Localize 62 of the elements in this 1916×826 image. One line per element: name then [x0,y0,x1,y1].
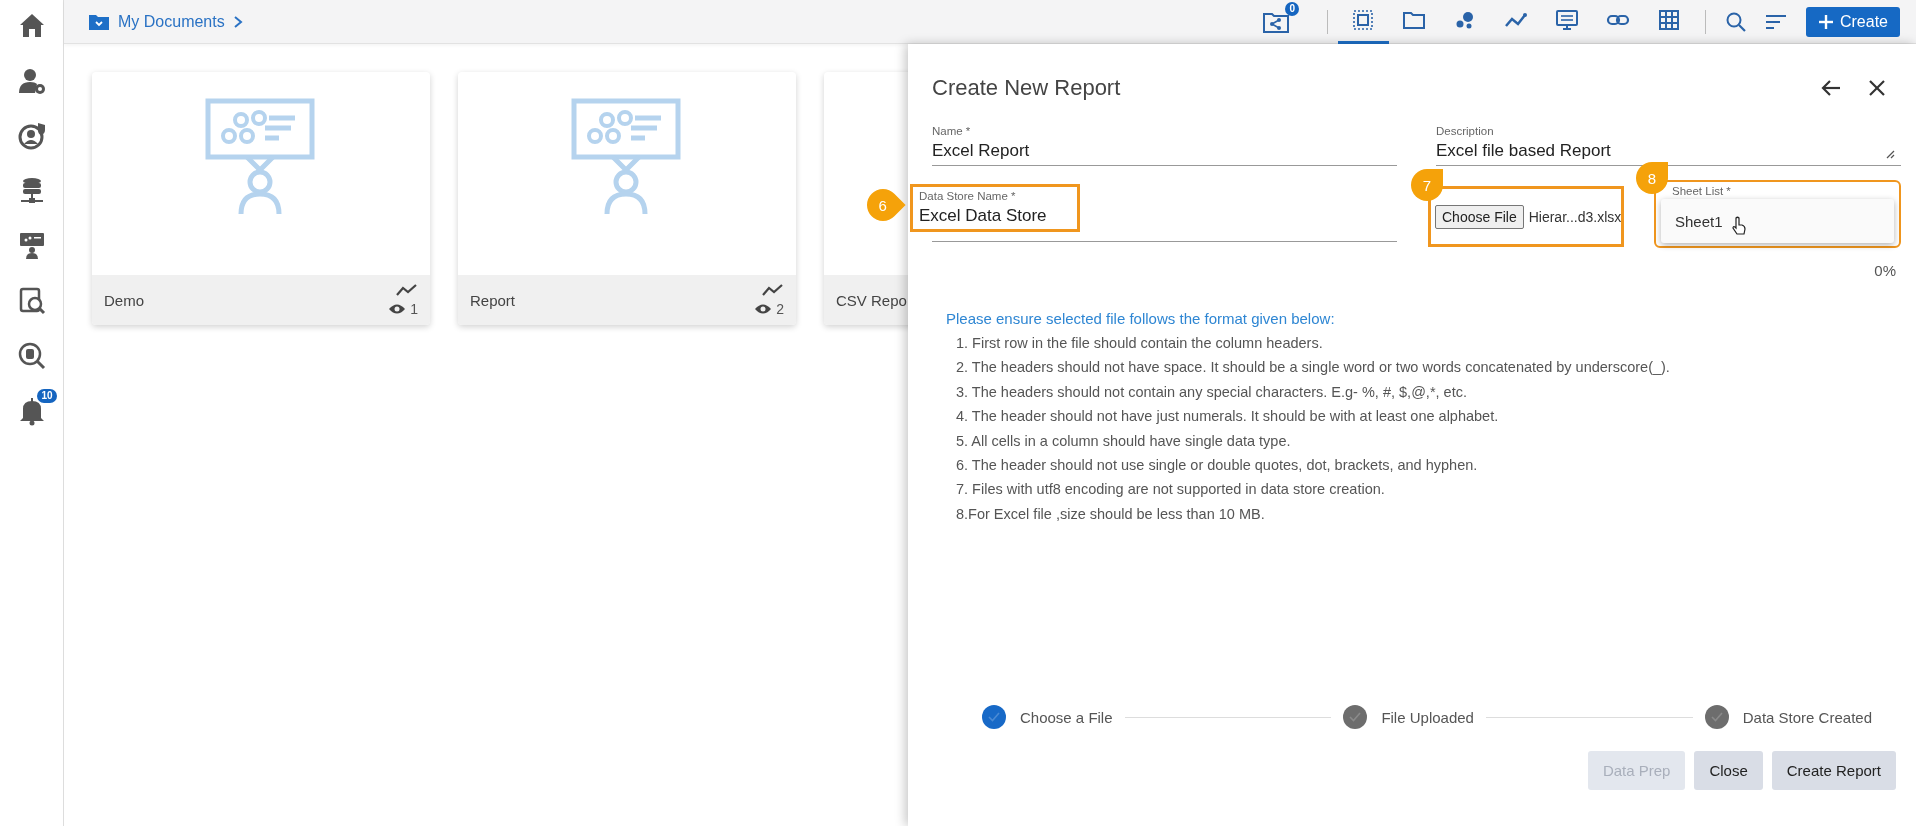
instruction-text: 2. The headers should not have space. It should be a single word or two words concatenated by underscore(_). [955,358,1671,378]
name-field[interactable]: Name * Excel Report [932,116,1397,166]
sidebar-item[interactable] [16,120,47,152]
view-count: 1 [410,301,418,317]
database-search-icon [16,341,47,371]
table-grid-icon [1657,8,1682,32]
instruction-text: 8.For Excel file ,size should be less than 10 MB. [955,504,1266,524]
chevron-right-icon [232,14,243,29]
user-shield-icon [16,121,47,151]
step-label: Choose a File [1020,708,1113,726]
report-card[interactable]: Report 2 [458,72,796,325]
instruction-text: 5. All cells in a column should have single data type. [955,431,1292,451]
eye-icon [754,303,773,315]
line-chart-icon [396,283,418,297]
notification-count: 10 [37,389,57,403]
line-chart-icon [762,283,784,297]
instructions-heading: Please ensure selected file follows the format given below: [946,309,1336,329]
breadcrumb-link[interactable]: My Documents [118,12,225,31]
card-title: CSV Repo [836,291,907,309]
sidebar-item[interactable] [16,340,47,372]
step-label: File Uploaded [1381,708,1474,726]
instruction-text: 6. The header should not use single or double quotes, dot, brackets, and hyphen. [955,456,1479,476]
eye-icon [388,303,407,315]
field-label: Name * [932,125,972,137]
field-value: Excel Report [932,141,1030,161]
arrow-left-icon [1821,79,1841,97]
report-card[interactable]: Demo 1 [92,72,430,325]
view-count: 2 [776,301,784,317]
plus-icon [1817,13,1834,30]
instruction-text: 4. The header should not have just numerals. It should be with at least one alphabet. [955,407,1500,427]
hand-cursor-icon [1732,216,1746,236]
search-icon [1724,10,1747,33]
presentation-screen-icon [1555,8,1580,32]
panel-title: Create New Report [932,75,1121,101]
instruction-text: 7. Files with utf8 encoding are not supported in data store creation. [955,480,1386,500]
file-name: Hierar...d3.xlsx [1528,208,1622,225]
action-button[interactable]: Create Report [1771,751,1896,790]
field-label: Description [1436,125,1495,137]
callout-marker: 8 [1636,162,1668,194]
sort-icon [1764,12,1787,31]
folder-icon [88,12,110,31]
dropdown-option[interactable]: Sheet1 [1661,199,1894,243]
user-gear-icon [16,66,47,96]
close-icon [1868,79,1886,97]
share-count: 0 [1285,1,1299,16]
field-label: Data Store Name * [919,190,1017,202]
step-label: Data Store Created [1742,708,1872,726]
selection-icon [1351,8,1376,32]
data-store-field[interactable]: Data Store Name * Excel Data Store [919,190,1071,226]
field-value: Excel file based Report [1436,141,1611,161]
field-value: Excel Data Store [919,206,1048,226]
create-button[interactable]: Create [1805,6,1900,37]
action-button[interactable]: Close [1694,751,1763,790]
field-label: Sheet List * [1672,185,1732,197]
choose-file-button[interactable]: Choose File [1435,204,1524,229]
resize-handle-icon [1885,149,1895,159]
callout-marker: 7 [1411,169,1443,201]
progress-percent: 0% [1874,262,1896,279]
card-title: Report [470,291,516,309]
card-title: Demo [104,291,144,309]
instruction-text: 1. First row in the file should contain the column headers. [955,334,1324,353]
instruction-text: 3. The headers should not contain any special characters. E.g- %, #, $,@,*, etc. [955,382,1468,402]
